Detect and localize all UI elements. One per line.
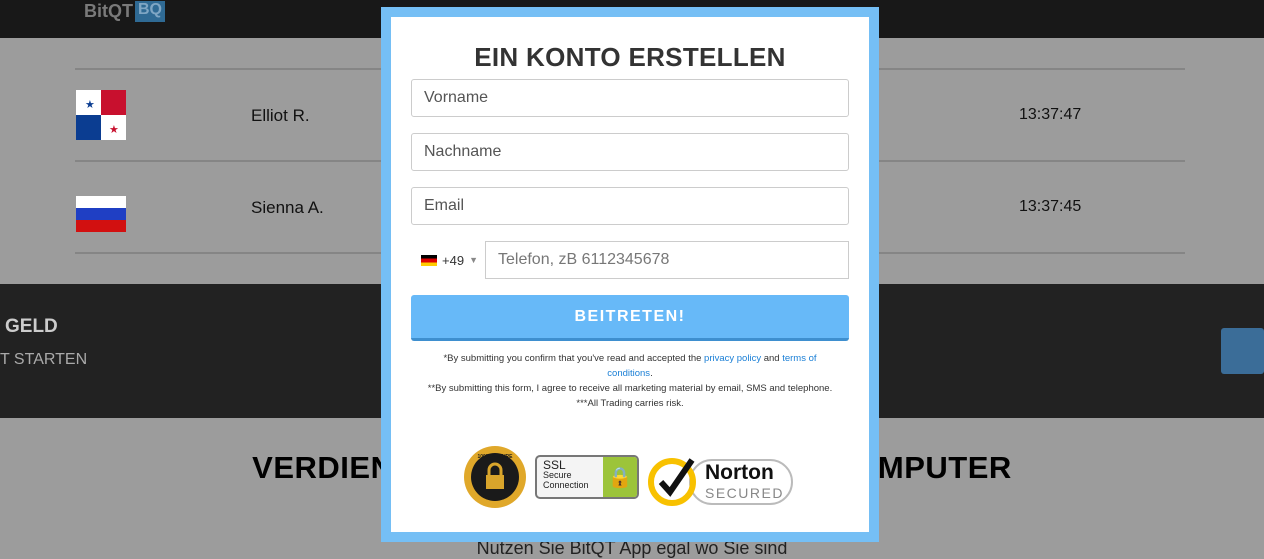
slovenia-flag-icon (76, 196, 126, 232)
trust-badges: 100% SECURE SSL Secure Connection 🔒 Norton… (391, 445, 869, 509)
modal-title: EIN KONTO ERSTELLEN (474, 42, 786, 72)
svg-text:★: ★ (85, 99, 95, 111)
padlock-icon: 🔒 (603, 457, 637, 497)
phone-input[interactable]: Telefon, zB 6112345678 (485, 241, 849, 279)
side-button[interactable] (1221, 328, 1264, 374)
svg-text:100% SECURE: 100% SECURE (477, 454, 513, 460)
chevron-down-icon: ▼ (469, 255, 478, 265)
norton-badge: Norton SECURED (647, 447, 797, 507)
norton-check-icon (648, 458, 696, 506)
email-input[interactable]: Email (411, 187, 849, 225)
privacy-policy-link[interactable]: privacy policy (704, 353, 761, 364)
first-name-input[interactable]: Vorname (411, 79, 849, 117)
timestamp: 13:37:45 (1019, 198, 1082, 215)
submit-button[interactable]: BEITRETEN! (411, 295, 849, 341)
user-name: Elliot R. (251, 106, 310, 125)
secure-seal-icon: 100% SECURE (464, 446, 526, 508)
signup-modal: EIN KONTO ERSTELLEN Vorname Nachname Ema… (381, 7, 879, 542)
band-start-link[interactable]: T STARTEN (0, 351, 87, 369)
user-name: Sienna A. (251, 198, 324, 217)
legal-text: *By submitting you confirm that you've r… (427, 353, 833, 409)
last-name-input[interactable]: Nachname (411, 133, 849, 171)
ssl-badge: SSL Secure Connection 🔒 (535, 455, 639, 499)
svg-text:★: ★ (109, 124, 119, 136)
country-code: +49 (442, 252, 465, 268)
germany-flag-icon (421, 254, 437, 266)
band-heading: GELD (5, 316, 58, 337)
country-code-select[interactable]: +49 ▼ (411, 241, 484, 279)
timestamp: 13:37:47 (1019, 106, 1082, 123)
panama-flag-icon: ★★ (76, 90, 126, 140)
